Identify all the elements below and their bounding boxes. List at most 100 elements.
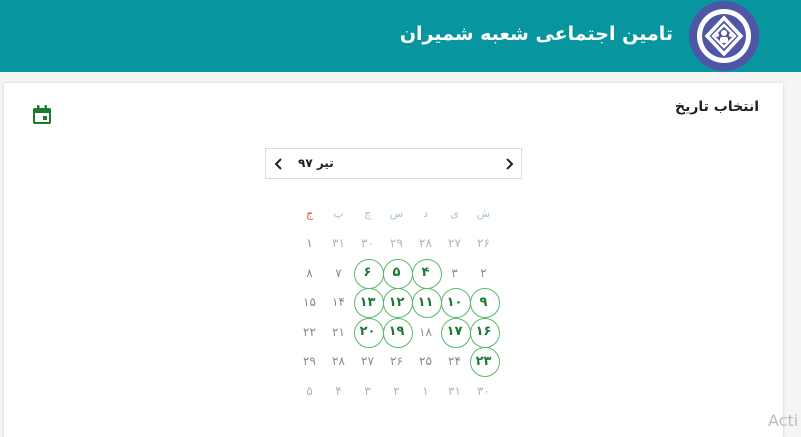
available-day-button[interactable]: ۵	[382, 258, 413, 289]
calendar-day: ۲۸	[324, 347, 353, 377]
day-number: ۱۵	[303, 295, 316, 310]
calendar-day: ۳۱	[440, 376, 469, 406]
available-day-button[interactable]: ۱۳	[353, 288, 384, 318]
day-number: ۲	[393, 383, 400, 398]
day-number: ۲۴	[448, 354, 461, 369]
day-number: ۱۸	[419, 324, 432, 339]
available-day-button[interactable]: ۱۱	[411, 288, 442, 318]
calendar-day: ۳	[353, 376, 382, 406]
calendar-day: ۲۹	[295, 347, 324, 377]
social-security-logo-icon	[689, 1, 759, 71]
weekday-label: س	[389, 207, 404, 221]
day-number: ۳	[451, 265, 458, 280]
calendar-day: ۴	[324, 376, 353, 406]
chevron-right-icon[interactable]	[499, 153, 519, 175]
calendar-day: ۲	[469, 258, 498, 288]
day-number: ۲۲	[303, 324, 316, 339]
weekday-label: ج	[305, 207, 314, 221]
day-number: ۱۳	[359, 294, 376, 310]
calendar-day: ۲۶	[469, 229, 498, 259]
month-navigator: تیر ۹۷	[265, 148, 522, 179]
day-number: ۹	[479, 294, 488, 310]
day-number: ۷	[335, 265, 342, 280]
weekday-header-row: شیدسچپج	[295, 199, 498, 229]
page-title: تامین اجتماعی شعبه شمیران	[399, 23, 673, 45]
calendar-week-row: ۲۶ ۲۷ ۲۸ ۲۹ ۳۰ ۳۱ ۱	[295, 229, 498, 259]
calendar-day: ۱۴	[324, 288, 353, 318]
day-number: ۲۹	[390, 236, 403, 251]
calendar-day: ۲۸	[411, 229, 440, 259]
day-number: ۳۰	[477, 383, 490, 398]
calendar-day: ۳	[440, 258, 469, 288]
day-number: ۸	[306, 265, 313, 280]
day-number: ۴	[421, 265, 430, 281]
calendar-day: ۵	[295, 376, 324, 406]
day-number: ۲۳	[475, 353, 492, 369]
calendar-icon[interactable]	[31, 104, 53, 126]
calendar-day: ۳۰	[469, 376, 498, 406]
day-number: ۳۱	[332, 236, 345, 251]
calendar-day: ۲۶	[382, 347, 411, 377]
weekday-label: چ	[363, 207, 372, 221]
available-day-button[interactable]: ۱۰	[440, 288, 471, 318]
day-number: ۲۸	[419, 236, 432, 251]
day-number: ۱۴	[332, 295, 345, 310]
day-number: ۱۷	[446, 324, 463, 340]
day-number: ۳۰	[361, 236, 374, 251]
day-number: ۲۷	[361, 354, 374, 369]
available-day-button[interactable]: ۹	[469, 288, 500, 318]
calendar-day: ۲۷	[353, 347, 382, 377]
calendar-week-row: ۲ ۳ ۴ ۵ ۶ ۷ ۸	[295, 258, 498, 289]
calendar-day: ۱	[411, 376, 440, 406]
available-day-button[interactable]: ۲۳	[469, 347, 500, 377]
weekday-label: ی	[450, 207, 459, 221]
weekday-label: پ	[333, 207, 344, 221]
calendar-day: ۱	[295, 229, 324, 259]
calendar-day: ۲	[382, 376, 411, 406]
day-number: ۲۷	[448, 236, 461, 251]
available-day-button[interactable]: ۶	[353, 258, 384, 289]
calendar-day: ۲۱	[324, 317, 353, 347]
card-title: انتخاب تاریخ	[675, 99, 759, 115]
app-header: تامین اجتماعی شعبه شمیران	[0, 0, 801, 72]
available-day-button[interactable]: ۴	[411, 258, 442, 289]
day-number: ۳	[364, 383, 371, 398]
day-number: ۲۰	[359, 324, 376, 340]
day-number: ۵	[306, 383, 313, 398]
day-number: ۱۲	[388, 294, 405, 310]
calendar-day: ۲۹	[382, 229, 411, 259]
day-number: ۲۸	[332, 354, 345, 369]
available-day-button[interactable]: ۱۷	[440, 317, 471, 348]
calendar-day: ۲۴	[440, 347, 469, 377]
available-day-button[interactable]: ۱۲	[382, 288, 413, 318]
available-day-button[interactable]: ۱۶	[469, 317, 500, 348]
day-number: ۲۱	[332, 324, 345, 339]
calendar-day: ۱۵	[295, 288, 324, 318]
day-number: ۴	[335, 383, 342, 398]
calendar-day: ۲۷	[440, 229, 469, 259]
day-number: ۲	[480, 265, 487, 280]
activation-watermark: Acti	[768, 411, 799, 430]
day-number: ۱۹	[388, 324, 405, 340]
day-number: ۲۵	[419, 354, 432, 369]
available-day-button[interactable]: ۲۰	[353, 317, 384, 348]
available-day-button[interactable]: ۱۹	[382, 317, 413, 348]
calendar-grid: ش ی د س چ پ ج ۲۶ ۲۷ ۲۸ ۲۹ ۳۰ ۳۱ ۱ ۲ ۳ ۴ ۵ ۶ ۷ ۸ ۹ ۱۰ ۱۱ ۱۲ ۱۳ ۱۴ ۱۵…	[295, 199, 500, 406]
weekday-label: ش	[476, 207, 491, 221]
calendar-week-row: ۳۰ ۳۱ ۱ ۲ ۳ ۴ ۵	[295, 376, 498, 406]
calendar-day: ۱۸	[411, 317, 440, 347]
calendar-week-row: ۹ ۱۰ ۱۱ ۱۲ ۱۳ ۱۴ ۱۵	[295, 288, 500, 318]
day-number: ۱۰	[446, 294, 463, 310]
calendar-week-row: ۱۶ ۱۷ ۱۸ ۱۹ ۲۰ ۲۱ ۲۲	[295, 317, 500, 348]
day-number: ۲۹	[303, 354, 316, 369]
day-number: ۱۶	[475, 324, 492, 340]
chevron-left-icon[interactable]	[269, 153, 289, 175]
day-number: ۱	[306, 236, 313, 251]
calendar-day: ۸	[295, 258, 324, 288]
day-number: ۱۱	[417, 294, 434, 310]
day-number: ۲۶	[390, 354, 403, 369]
calendar-week-row: ۲۳ ۲۴ ۲۵ ۲۶ ۲۷ ۲۸ ۲۹	[295, 347, 500, 377]
weekday-label: د	[423, 207, 428, 221]
calendar-day: ۲۲	[295, 317, 324, 347]
day-number: ۶	[363, 265, 372, 281]
